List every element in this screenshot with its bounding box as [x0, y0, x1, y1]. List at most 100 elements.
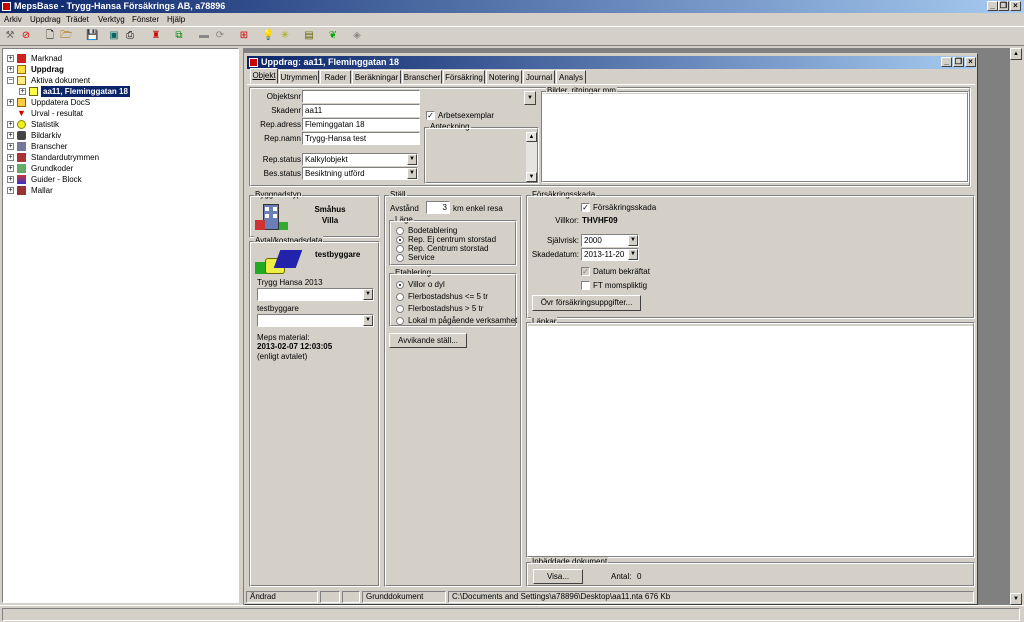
expand-icon[interactable]: + — [7, 165, 14, 172]
menu-arkiv[interactable]: Arkiv — [4, 13, 22, 26]
preview-icon[interactable]: ▣ — [108, 30, 120, 42]
objektsnr-label: Objektsnr — [266, 92, 301, 101]
chevron-down-icon[interactable]: ▼ — [524, 91, 536, 105]
avtal-select2[interactable]: ▼ — [257, 314, 374, 327]
bilder-area[interactable] — [543, 94, 967, 181]
tab-forsakring[interactable]: Försäkring — [443, 70, 485, 84]
chevron-down-icon[interactable]: ▼ — [407, 154, 417, 165]
menu-fonster[interactable]: Fönster — [132, 13, 159, 26]
bes-status-select[interactable]: Besiktning utförd ▼ — [302, 167, 418, 180]
expand-icon[interactable]: + — [7, 66, 14, 73]
etablering-radio-1[interactable] — [396, 293, 404, 301]
rep-namn-field[interactable]: Trygg-Hansa test — [302, 132, 420, 145]
lage-radio-0[interactable] — [396, 227, 404, 235]
tab-branscher[interactable]: Branscher — [402, 70, 442, 84]
expand-icon[interactable]: + — [7, 143, 14, 150]
close-button[interactable]: × — [1010, 1, 1021, 11]
forsakring-label: Försäkringsskada — [531, 190, 597, 200]
collapse-icon[interactable]: − — [7, 77, 14, 84]
chevron-down-icon[interactable]: ▼ — [363, 289, 373, 300]
tab-berakningar[interactable]: Beräkningar — [352, 70, 401, 84]
expand-icon[interactable]: + — [7, 55, 14, 62]
skadenr-field[interactable]: aa11 — [302, 104, 420, 117]
visa-button[interactable]: Visa... — [533, 569, 583, 584]
market-icon — [17, 54, 26, 63]
chevron-down-icon[interactable]: ▼ — [407, 168, 417, 179]
navigation-tree[interactable]: + Marknad + Uppdrag − Aktiva dokument + … — [2, 48, 239, 603]
save-icon[interactable]: 💾 — [86, 30, 98, 42]
expand-icon[interactable]: + — [7, 132, 14, 139]
book-icon[interactable]: ▤ — [303, 30, 315, 42]
arbetsexemplar-checkbox[interactable]: ✓ — [426, 111, 435, 120]
datum-bekraftat-checkbox[interactable]: ✓ — [581, 267, 590, 276]
sjalvrisk-value: 2000 — [584, 236, 602, 245]
expand-icon[interactable]: + — [19, 88, 26, 95]
menu-tradet[interactable]: Trädet — [66, 13, 89, 26]
menu-verktyg[interactable]: Verktyg — [98, 13, 125, 26]
person-icon[interactable]: ♜ — [150, 30, 162, 42]
anteckning-scrollbar[interactable]: ▲ ▼ — [526, 132, 537, 182]
menu-uppdrag[interactable]: Uppdrag — [30, 13, 61, 26]
wrench-icon[interactable]: ⚒ — [4, 30, 16, 42]
doc-minimize-button[interactable]: _ — [941, 57, 952, 67]
bulb-icon[interactable]: 💡 — [262, 30, 274, 42]
tab-notering[interactable]: Notering — [486, 70, 522, 84]
expand-icon[interactable]: + — [7, 187, 14, 194]
expand-icon[interactable]: + — [7, 99, 14, 106]
tab-objekt[interactable]: Objekt — [250, 68, 278, 84]
etablering-radio-2[interactable] — [396, 305, 404, 313]
antal-value: 0 — [637, 572, 642, 581]
mdi-scrollbar[interactable]: ▲ ▼ — [1010, 48, 1022, 605]
sparkle-icon[interactable]: ✳ — [279, 30, 291, 42]
chevron-down-icon[interactable]: ▼ — [628, 249, 638, 260]
etablering-radio-0[interactable] — [396, 281, 404, 289]
tab-label: Försäkring — [445, 73, 483, 82]
tab-journal[interactable]: Journal — [523, 70, 555, 84]
menu-hjalp[interactable]: Hjälp — [167, 13, 185, 26]
expand-icon[interactable]: + — [7, 154, 14, 161]
doc-close-button[interactable]: × — [965, 57, 976, 67]
tab-label: Utrymmen — [280, 73, 318, 82]
avtal-select1[interactable]: ▼ — [257, 288, 374, 301]
chevron-down-icon[interactable]: ▼ — [363, 315, 373, 326]
maximize-button[interactable]: ❐ — [998, 1, 1009, 11]
sjalvrisk-select[interactable]: 2000 ▼ — [581, 234, 639, 247]
lage-radio-3[interactable] — [396, 254, 404, 262]
status-file-path: C:\Documents and Settings\a78896\Desktop… — [448, 591, 974, 603]
tree-label-selected: aa11, Fleminggatan 18 — [41, 86, 130, 97]
avvikande-stall-button[interactable]: Avvikande ställ... — [389, 333, 467, 348]
minimize-button[interactable]: _ — [987, 1, 998, 11]
drop-icon[interactable]: ◈ — [351, 30, 363, 42]
ft-momspliktig-checkbox[interactable] — [581, 281, 590, 290]
ovr-forsakringsuppgifter-button[interactable]: Övr försäkringsuppgifter... — [532, 295, 641, 311]
lage-radio-2[interactable] — [396, 245, 404, 253]
leaf-icon[interactable]: ❦ — [327, 30, 339, 42]
export-icon[interactable]: ⧉ — [173, 30, 185, 42]
rep-adress-field[interactable]: Fleminggatan 18 — [302, 118, 420, 131]
etablering-radio-3[interactable] — [396, 317, 404, 325]
lankar-area[interactable] — [528, 326, 973, 556]
skadedatum-select[interactable]: 2013-11-20 ▼ — [581, 248, 639, 261]
objektsnr-field[interactable] — [302, 90, 420, 103]
app-icon — [2, 2, 11, 11]
update-icon — [17, 98, 26, 107]
tab-analys[interactable]: Analys — [556, 70, 586, 84]
expand-icon[interactable]: + — [7, 176, 14, 183]
stop-icon[interactable]: ⊘ — [20, 30, 32, 42]
new-document-icon[interactable]: 🗋 — [44, 30, 56, 42]
avstand-field[interactable]: 3 — [426, 201, 450, 214]
forsakringsskada-checkbox[interactable]: ✓ — [581, 203, 590, 212]
print-icon[interactable]: ⎙ — [124, 30, 136, 42]
inbaddade-group: Inbäddade dokument — [526, 557, 975, 587]
lage-radio-1[interactable] — [396, 236, 404, 244]
rep-status-select[interactable]: Kalkylobjekt ▼ — [302, 153, 418, 166]
tab-utrymmen[interactable]: Utrymmen — [279, 70, 319, 84]
doc-maximize-button[interactable]: ❐ — [953, 57, 964, 67]
calculate-icon[interactable]: ⊞ — [238, 30, 250, 42]
stamp-icon[interactable]: ▬ — [198, 30, 210, 42]
expand-icon[interactable]: + — [7, 121, 14, 128]
refresh-icon[interactable]: ⟳ — [214, 30, 226, 42]
open-folder-icon[interactable]: 🗁 — [60, 30, 72, 42]
tab-rader[interactable]: Rader — [320, 70, 351, 84]
chevron-down-icon[interactable]: ▼ — [628, 235, 638, 246]
